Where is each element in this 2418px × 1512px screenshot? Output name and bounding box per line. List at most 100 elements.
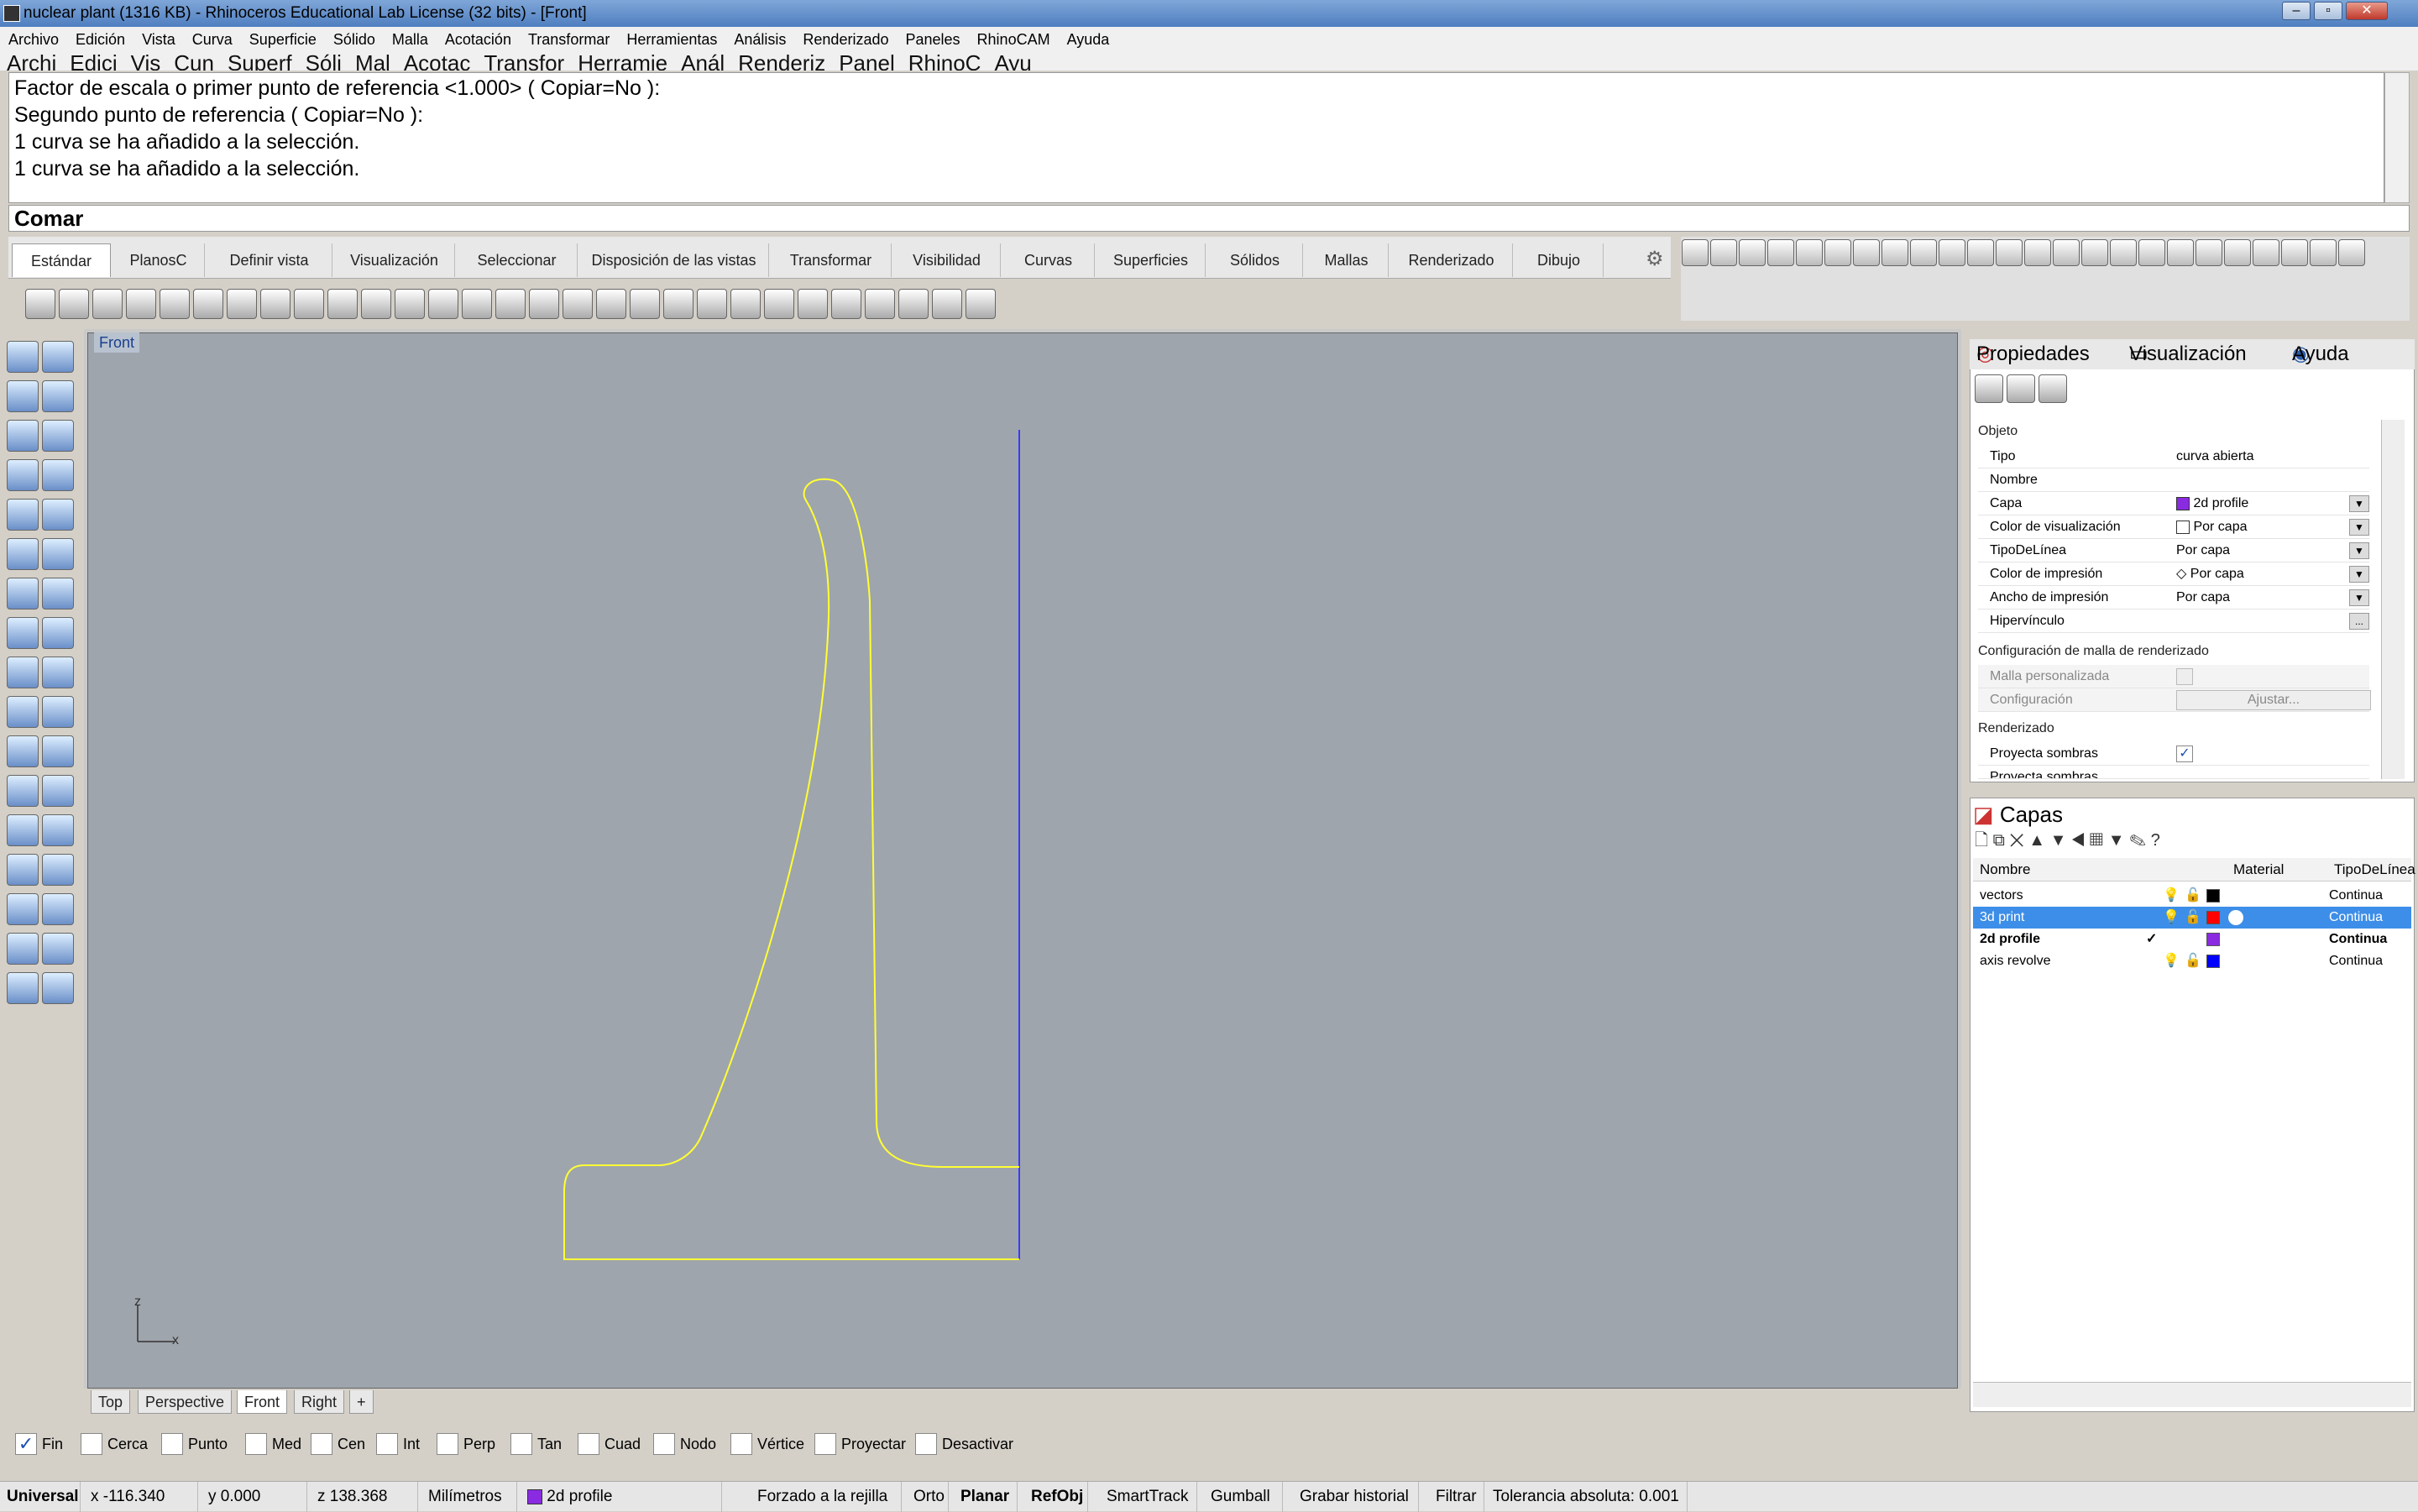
pan-hand-icon[interactable] xyxy=(294,289,324,319)
menu-solido[interactable]: Sólido xyxy=(325,27,384,52)
osnap-vertice[interactable]: Vértice xyxy=(730,1427,804,1461)
color-wheel-icon[interactable] xyxy=(798,289,828,319)
paste-icon[interactable] xyxy=(227,289,257,319)
polygon-icon[interactable] xyxy=(7,499,39,531)
tab-mallas[interactable]: Mallas xyxy=(1305,243,1389,277)
layer-color-swatch[interactable] xyxy=(2206,911,2220,924)
status-layer[interactable]: 2d profile xyxy=(521,1482,722,1512)
status-smarttrack[interactable]: SmartTrack xyxy=(1100,1482,1197,1512)
status-grid-snap[interactable]: Forzado a la rejilla xyxy=(751,1482,902,1512)
menu2-item[interactable]: Sóli xyxy=(299,52,348,71)
osnap-checkbox[interactable] xyxy=(653,1433,675,1455)
osnap-checkbox[interactable] xyxy=(245,1433,267,1455)
block-icon[interactable] xyxy=(7,854,39,886)
prop-row-hipervinculo[interactable]: Hipervínculo... xyxy=(1978,610,2369,633)
rotate-icon[interactable] xyxy=(495,289,526,319)
prop-row-capa[interactable]: Capa 2d profile ▼ xyxy=(1978,492,2369,515)
plane-icon[interactable] xyxy=(596,289,626,319)
osnap-fin[interactable]: ✓ Fin xyxy=(15,1427,63,1461)
layer-row-2d-profile[interactable]: 2d profile ✓ Continua xyxy=(1973,929,2411,950)
text-tool-icon[interactable] xyxy=(7,814,39,846)
dim-icon[interactable] xyxy=(1767,239,1794,266)
menu2-item[interactable]: Edici xyxy=(63,52,123,71)
osnap-checkbox[interactable] xyxy=(814,1433,836,1455)
cplane-icon[interactable] xyxy=(630,289,660,319)
menu2-item[interactable]: Renderiz xyxy=(731,52,832,71)
status-ortho[interactable]: Orto xyxy=(907,1482,949,1512)
tab-visibilidad[interactable]: Visibilidad xyxy=(893,243,1001,277)
status-cplane[interactable]: Universal xyxy=(0,1482,81,1512)
rotate-icon[interactable] xyxy=(42,775,74,807)
check-icon[interactable] xyxy=(42,933,74,965)
zoom-window-icon[interactable] xyxy=(395,289,425,319)
viewport-tab-top[interactable]: Top xyxy=(91,1390,131,1414)
osnap-checkbox[interactable] xyxy=(311,1433,332,1455)
sphere-icon[interactable] xyxy=(42,578,74,610)
menu-curva[interactable]: Curva xyxy=(184,27,241,52)
dim-icon[interactable] xyxy=(2253,239,2279,266)
circle-icon[interactable] xyxy=(7,420,39,452)
fillet-icon[interactable] xyxy=(7,538,39,570)
tab-seleccionar[interactable]: Seleccionar xyxy=(457,243,578,277)
dim-icon[interactable] xyxy=(2053,239,2080,266)
lock-icon[interactable] xyxy=(730,289,761,319)
grid-icon[interactable] xyxy=(7,893,39,925)
osnap-checkbox[interactable]: ✓ xyxy=(15,1433,37,1455)
open-file-icon[interactable] xyxy=(59,289,89,319)
prop-row-recibe-sombras[interactable]: Proyecta sombras xyxy=(1978,766,2369,779)
command-input[interactable]: Comar xyxy=(8,205,2410,232)
blue-sphere-icon[interactable] xyxy=(898,289,929,319)
layer-color-swatch[interactable] xyxy=(2206,955,2220,968)
menu2-item[interactable]: Archi xyxy=(0,52,63,71)
mesh-icon[interactable] xyxy=(42,617,74,649)
viewport-layout-icon[interactable] xyxy=(529,289,559,319)
zoom-selected-icon[interactable] xyxy=(462,289,492,319)
tab-transformar[interactable]: Transformar xyxy=(771,243,892,277)
col-material[interactable]: Material xyxy=(2233,858,2284,882)
menu-transformar[interactable]: Transformar xyxy=(520,27,618,52)
profile-curve[interactable] xyxy=(563,478,1019,1260)
dim-icon[interactable] xyxy=(2110,239,2137,266)
menu-vista[interactable]: Vista xyxy=(133,27,184,52)
viewport-tab-right[interactable]: Right xyxy=(294,1390,345,1414)
osnap-med[interactable]: Med xyxy=(245,1427,301,1461)
car-icon[interactable] xyxy=(563,289,593,319)
extrude-icon[interactable] xyxy=(7,617,39,649)
dim-icon[interactable] xyxy=(2196,239,2222,266)
tab-visualizacion[interactable]: Visualización xyxy=(334,243,455,277)
curve-icon[interactable] xyxy=(42,380,74,412)
dim-icon[interactable] xyxy=(1682,239,1709,266)
menu2-item[interactable]: Cun xyxy=(167,52,221,71)
dim-icon[interactable] xyxy=(1739,239,1766,266)
osnap-checkbox[interactable] xyxy=(578,1433,599,1455)
menu-edicion[interactable]: Edición xyxy=(67,27,133,52)
layer-color-swatch[interactable] xyxy=(2206,933,2220,946)
layer-row-axis-revolve[interactable]: axis revolve 💡 🔓 Continua xyxy=(1973,950,2411,972)
status-planar[interactable]: Planar xyxy=(954,1482,1018,1512)
dim-icon[interactable] xyxy=(2081,239,2108,266)
snap-icon[interactable] xyxy=(42,893,74,925)
tab-renderizado[interactable]: Renderizado xyxy=(1390,243,1513,277)
zoom-icon[interactable] xyxy=(361,289,391,319)
osnap-cuad[interactable]: Cuad xyxy=(578,1427,641,1461)
menu-malla[interactable]: Malla xyxy=(384,27,437,52)
cast-shadows-checkbox[interactable]: ✓ xyxy=(2176,746,2193,762)
new-file-icon[interactable] xyxy=(25,289,55,319)
bulb-icon[interactable] xyxy=(697,289,727,319)
point-icon[interactable] xyxy=(42,341,74,373)
menu-analisis[interactable]: Análisis xyxy=(725,27,794,52)
print-width-dropdown[interactable]: ▼ xyxy=(2349,589,2369,606)
col-tipodelinea[interactable]: TipoDeLínea xyxy=(2334,858,2415,882)
texture-mapping-icon[interactable] xyxy=(2039,374,2067,403)
status-filter[interactable]: Filtrar xyxy=(1429,1482,1484,1512)
menu-herramientas[interactable]: Herramientas xyxy=(618,27,725,52)
bulb-icon[interactable]: 💡 xyxy=(2163,885,2180,907)
dim-icon[interactable] xyxy=(1882,239,1908,266)
osnap-cerca[interactable]: Cerca xyxy=(81,1427,148,1461)
join-icon[interactable] xyxy=(42,696,74,728)
help-icon[interactable] xyxy=(966,289,996,319)
osnap-checkbox[interactable] xyxy=(510,1433,532,1455)
object-properties-icon[interactable] xyxy=(1975,374,2003,403)
ellipse-icon[interactable] xyxy=(7,459,39,491)
lock-icon[interactable]: 🔓 xyxy=(2185,950,2201,972)
